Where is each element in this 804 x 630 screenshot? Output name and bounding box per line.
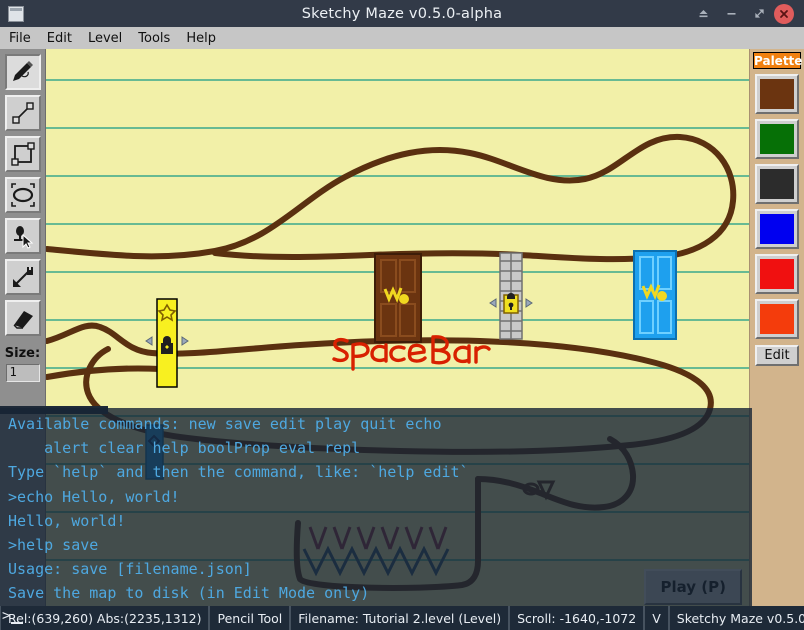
ellipse-tool[interactable]: [5, 177, 41, 213]
pencil-tool[interactable]: [5, 54, 41, 90]
status-filename: Filename: Tutorial 2.level (Level): [290, 606, 509, 630]
palette-header: Palette: [753, 52, 801, 69]
close-button[interactable]: [774, 4, 794, 24]
doodad-tool[interactable]: [5, 218, 41, 254]
size-label: Size:: [0, 346, 45, 361]
door-brown-doodad: [375, 254, 421, 342]
size-input[interactable]: 1: [6, 364, 40, 382]
console-line: Save the map to disk (in Edit Mode only): [8, 581, 752, 605]
maximize-button[interactable]: [746, 0, 772, 27]
console-line: alert clear help boolProp eval repl: [8, 436, 752, 460]
application-window: Sketchy Maze v0.5.0-alpha File Edit Leve…: [0, 0, 804, 630]
window-title: Sketchy Maze v0.5.0-alpha: [0, 6, 804, 22]
console-line: >help save: [8, 533, 752, 557]
status-coords: Rel:(639,260) Abs:(2235,1312): [0, 606, 209, 630]
menu-bar: File Edit Level Tools Help: [0, 27, 804, 50]
status-scroll: Scroll: -1640,-1072: [509, 606, 644, 630]
menu-tools[interactable]: Tools: [131, 30, 177, 47]
color-palette: Palette Edit: [749, 49, 804, 606]
menu-file[interactable]: File: [2, 30, 38, 47]
swatch-brown[interactable]: [755, 74, 799, 114]
menu-help[interactable]: Help: [179, 30, 223, 47]
status-tool: Pencil Tool: [209, 606, 290, 630]
console-line: Available commands: new save edit play q…: [8, 412, 752, 436]
status-version: Sketchy Maze v0.5.0-alpha: [669, 606, 804, 630]
swatch-blue[interactable]: [755, 209, 799, 249]
window-controls: [690, 0, 798, 27]
menu-edit[interactable]: Edit: [40, 30, 79, 47]
palette-edit-button[interactable]: Edit: [755, 345, 799, 366]
console-line: >echo Hello, world!: [8, 485, 752, 509]
console-line: Hello, world!: [8, 509, 752, 533]
status-bar: > Rel:(639,260) Abs:(2235,1312) Pencil T…: [0, 606, 804, 630]
line-tool[interactable]: [5, 95, 41, 131]
link-tool[interactable]: [5, 259, 41, 295]
minimize-button[interactable]: [718, 0, 744, 27]
status-v-flag: V: [644, 606, 669, 630]
title-bar: Sketchy Maze v0.5.0-alpha: [0, 0, 804, 27]
eraser-tool[interactable]: [5, 300, 41, 336]
swatch-green[interactable]: [755, 119, 799, 159]
menu-level[interactable]: Level: [81, 30, 129, 47]
shade-button[interactable]: [690, 0, 716, 27]
door-blue-doodad: [634, 251, 676, 339]
console-prompt: >: [2, 608, 18, 628]
swatch-red[interactable]: [755, 254, 799, 294]
swatch-black[interactable]: [755, 164, 799, 204]
rectangle-tool[interactable]: [5, 136, 41, 172]
swatch-orange[interactable]: [755, 299, 799, 339]
console-line: Usage: save [filename.json]: [8, 557, 752, 581]
console-overlay[interactable]: Available commands: new save edit play q…: [0, 408, 752, 606]
text-caret: [11, 622, 23, 624]
console-line: Type `help` and then the command, like: …: [8, 460, 752, 484]
